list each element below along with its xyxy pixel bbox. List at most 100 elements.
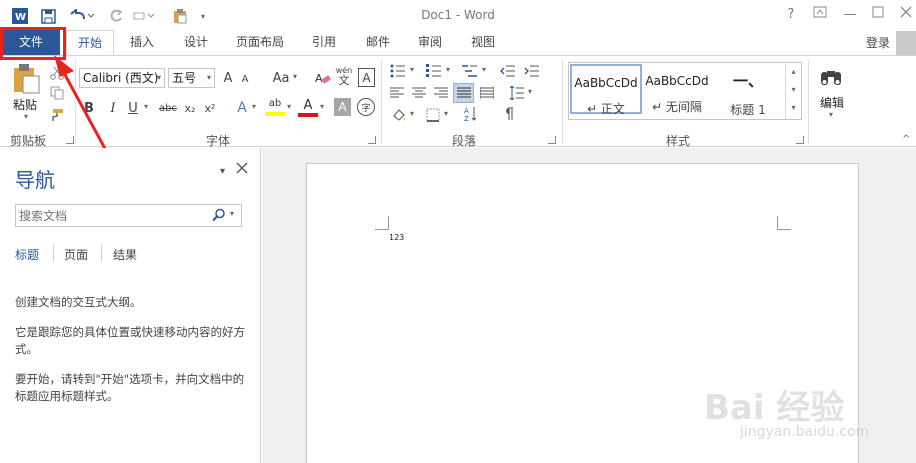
tab-mailings[interactable]: 邮件 — [358, 30, 398, 55]
editing-button-label[interactable]: 编辑 — [820, 94, 844, 111]
tab-view[interactable]: 视图 — [463, 30, 503, 55]
style-no-spacing-sample: AaBbCcDd — [645, 74, 709, 88]
chevron-up-icon[interactable]: ▴ — [786, 63, 801, 81]
align-center-icon[interactable] — [410, 84, 428, 102]
style-no-spacing[interactable]: AaBbCcDd ↵ 无间隔 — [641, 64, 713, 118]
grow-font-button[interactable]: A — [220, 68, 236, 88]
clear-formatting-icon[interactable]: A — [314, 68, 332, 88]
char-border-button[interactable]: A — [358, 68, 375, 87]
group-separator — [562, 60, 563, 144]
nav-tab-results[interactable]: 结果 — [113, 246, 137, 263]
help-button[interactable]: ? — [781, 6, 801, 24]
char-shading-button[interactable]: A — [334, 98, 351, 116]
increase-indent-icon[interactable] — [522, 62, 542, 80]
find-binoculars-icon[interactable] — [816, 62, 846, 92]
line-spacing-icon[interactable] — [508, 84, 526, 102]
text-effects-button[interactable]: A — [234, 98, 250, 118]
nav-tab-headings[interactable]: 标题 — [15, 246, 39, 263]
subscript-button[interactable]: x₂ — [182, 98, 198, 118]
title-bar: W ▾ Doc1 - Word ? — — [0, 0, 916, 30]
style-heading-1-name: 标题 1 — [730, 103, 766, 117]
chevron-down-icon[interactable]: ▾ — [786, 81, 801, 99]
chevron-down-icon[interactable]: ▾ — [446, 65, 450, 74]
strikethrough-button[interactable]: abc — [157, 98, 179, 118]
ribbon-tabs: 文件 开始 插入 设计 页面布局 引用 邮件 审阅 视图 — [0, 30, 916, 56]
superscript-button[interactable]: x² — [202, 98, 218, 118]
search-input[interactable] — [19, 207, 199, 224]
close-icon[interactable] — [236, 162, 248, 177]
chevron-down-icon[interactable]: ▾ — [252, 102, 256, 111]
style-no-spacing-name: ↵ 无间隔 — [652, 100, 702, 114]
collapse-ribbon-icon[interactable]: ^ — [902, 134, 910, 145]
nav-search-box[interactable]: ▾ — [15, 204, 242, 227]
minimize-button[interactable]: — — [840, 6, 860, 24]
word-window: W ▾ Doc1 - Word ? — 文件 开始 插入 设计 页面布局 引用 … — [0, 0, 916, 463]
nav-options-icon[interactable]: ▾ — [220, 166, 225, 177]
distributed-icon[interactable] — [478, 84, 496, 102]
nav-help-text: 创建文档的交互式大纲。 — [15, 295, 142, 309]
style-heading-1-sample: 一、 — [732, 72, 763, 90]
nav-tab-divider — [53, 244, 54, 262]
chevron-down-icon[interactable]: ▾ — [293, 72, 297, 81]
font-color-button[interactable]: A — [298, 98, 318, 120]
paragraph-group-label: 段落 — [452, 134, 477, 148]
tab-page-layout[interactable]: 页面布局 — [228, 30, 292, 55]
numbering-icon[interactable] — [424, 62, 444, 80]
style-normal[interactable]: AaBbCcDd ↵ 正文 — [570, 64, 642, 116]
multilevel-list-icon[interactable] — [460, 62, 480, 80]
shading-icon[interactable] — [390, 106, 408, 124]
chevron-down-icon[interactable]: ▾ — [528, 87, 532, 96]
group-separator — [381, 60, 382, 144]
chevron-down-icon[interactable]: ▾ — [410, 109, 414, 118]
styles-group-label: 样式 — [666, 134, 691, 148]
document-body-text[interactable]: 123 — [389, 233, 404, 242]
avatar[interactable] — [896, 31, 916, 55]
chevron-down-icon[interactable]: ▾ — [482, 65, 486, 74]
show-marks-icon[interactable] — [500, 104, 518, 124]
close-icon[interactable] — [896, 6, 916, 24]
enclose-char-button[interactable]: 字 — [357, 98, 375, 116]
chevron-down-icon[interactable]: ▾ — [230, 209, 234, 218]
login-link[interactable]: 登录 — [866, 34, 890, 51]
decrease-indent-icon[interactable] — [498, 62, 518, 80]
maximize-icon[interactable] — [868, 6, 888, 24]
chevron-down-icon[interactable]: ▾ — [320, 102, 324, 111]
font-launcher-icon[interactable] — [368, 136, 376, 144]
align-left-icon[interactable] — [388, 84, 406, 102]
tab-review[interactable]: 审阅 — [410, 30, 450, 55]
paste-dropdown-icon[interactable]: ▾ — [24, 112, 28, 121]
chevron-down-icon[interactable]: ▾ — [144, 102, 148, 111]
phonetic-guide-button[interactable]: wén 文 — [335, 66, 353, 88]
styles-scroll: ▴ ▾ ▾ — [785, 63, 801, 119]
more-styles-icon[interactable]: ▾ — [786, 99, 801, 117]
borders-icon[interactable] — [424, 106, 442, 124]
font-size-combo[interactable]: 五号 ▾ — [168, 68, 215, 88]
chevron-down-icon[interactable]: ▾ — [829, 110, 833, 119]
change-case-button[interactable]: Aa — [270, 68, 292, 88]
chevron-down-icon[interactable]: ▾ — [287, 102, 291, 111]
search-icon[interactable] — [212, 208, 226, 225]
paragraph-launcher-icon[interactable] — [548, 136, 556, 144]
tab-design[interactable]: 设计 — [176, 30, 216, 55]
styles-launcher-icon[interactable] — [796, 136, 804, 144]
ribbon-display-options-icon[interactable] — [810, 6, 830, 24]
nav-help-text: 它是跟踪您的具体位置或快速移动内容的好方式。 — [15, 325, 245, 356]
svg-text:A: A — [464, 107, 469, 115]
highlight-button[interactable]: ab — [265, 98, 285, 120]
chevron-down-icon[interactable]: ▾ — [444, 109, 448, 118]
tab-references[interactable]: 引用 — [304, 30, 344, 55]
margin-corner-mark — [777, 216, 791, 230]
nav-tab-divider — [101, 244, 102, 262]
style-normal-name: ↵ 正文 — [587, 102, 625, 116]
chevron-down-icon[interactable]: ▾ — [410, 65, 414, 74]
align-right-icon[interactable] — [432, 84, 450, 102]
justify-icon[interactable] — [453, 83, 474, 103]
svg-text:A: A — [315, 72, 323, 85]
shrink-font-button[interactable]: A — [238, 70, 252, 88]
document-title: Doc1 - Word — [421, 8, 495, 22]
nav-tab-pages[interactable]: 页面 — [64, 246, 88, 263]
bullets-icon[interactable] — [388, 62, 408, 80]
style-heading-1[interactable]: 一、 标题 1 — [712, 64, 784, 118]
chevron-down-icon: ▾ — [156, 73, 161, 82]
sort-icon[interactable]: AZ — [462, 104, 480, 124]
